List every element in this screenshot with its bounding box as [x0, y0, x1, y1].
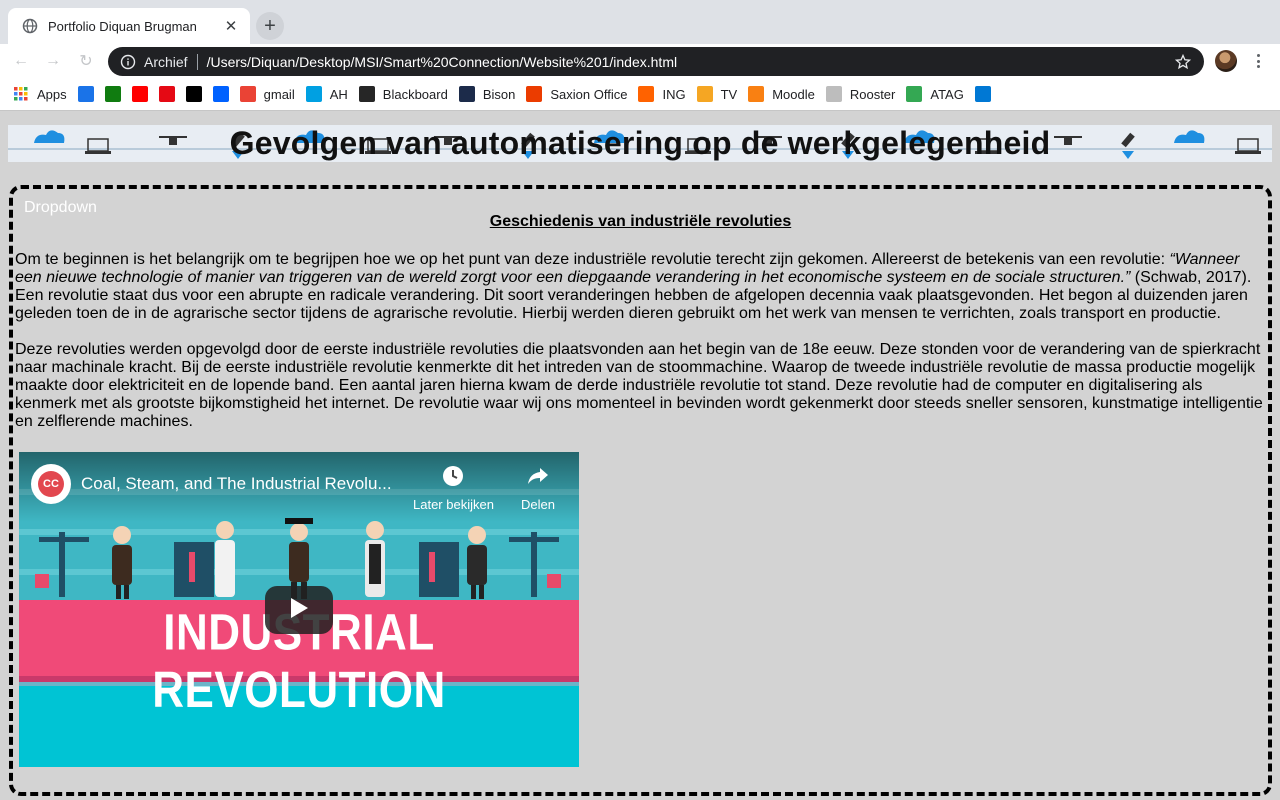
rooster-icon — [825, 86, 842, 102]
youtube-icon — [131, 86, 148, 102]
bookmark-item[interactable]: Saxion Office — [526, 82, 627, 106]
close-icon[interactable]: ✕ — [222, 17, 240, 35]
bookmark-label: AH — [329, 86, 348, 102]
profile-avatar[interactable] — [1215, 50, 1237, 72]
bookmark-label: Blackboard — [382, 86, 448, 102]
dropbox-icon — [212, 86, 229, 102]
back-arrow-icon[interactable]: ← — [10, 50, 32, 72]
forward-arrow-icon[interactable]: → — [42, 50, 64, 72]
ah-icon — [305, 86, 322, 102]
bookmark-label: gmail — [263, 86, 295, 102]
channel-logo[interactable]: CC — [31, 464, 71, 504]
paragraph-intro: Om te beginnen is het belangrijk om te b… — [15, 251, 1267, 323]
bookmark-label: Rooster — [849, 86, 896, 102]
play-button[interactable] — [265, 586, 333, 634]
bookmark-item[interactable]: Moodle — [748, 82, 815, 106]
office-icon — [526, 86, 543, 102]
bookmark-item[interactable]: TV — [696, 82, 738, 106]
clock-icon — [441, 464, 465, 491]
section-title: Geschiedenis van industriële revoluties — [489, 213, 792, 230]
bookmark-item[interactable] — [104, 82, 121, 106]
blackboard-icon — [358, 86, 375, 102]
bookmark-item[interactable]: Apps — [13, 82, 67, 106]
v-icon — [185, 86, 202, 102]
browser-tab[interactable]: Portfolio Diquan Brugman ✕ — [8, 8, 250, 44]
bookmark-item[interactable]: ING — [638, 82, 686, 106]
bookmark-label: TV — [720, 86, 738, 102]
bookmark-star-icon[interactable] — [1174, 53, 1192, 71]
google-drive-icon — [906, 86, 923, 102]
tv-icon — [696, 86, 713, 102]
youtube-embed[interactable]: CC Coal, Steam, and The Industrial Revol… — [19, 452, 579, 767]
browser-toolbar: ← → ↻ Archief /Users/Diquan/Desktop/MSI/… — [0, 44, 1280, 78]
address-bar[interactable]: Archief /Users/Diquan/Desktop/MSI/Smart%… — [108, 47, 1204, 76]
bookmark-label: ING — [662, 86, 686, 102]
bookmark-label: Apps — [37, 86, 67, 102]
bookmark-label: Bison — [482, 86, 516, 102]
more-menu-icon[interactable] — [1250, 52, 1266, 70]
bookmark-item[interactable]: Rooster — [825, 82, 896, 106]
bookmark-item[interactable]: Bison — [458, 82, 516, 106]
gmail-icon — [239, 86, 256, 102]
outlook-icon — [974, 86, 991, 102]
security-chip[interactable]: Archief — [144, 53, 198, 70]
page-title: Gevolgen van automatisering op de werkge… — [229, 125, 1051, 161]
web-page: Gevolgen van automatisering op de werkge… — [0, 112, 1280, 800]
ing-icon — [638, 86, 655, 102]
bookmark-item[interactable] — [185, 82, 202, 106]
new-tab-button[interactable]: + — [256, 12, 284, 40]
bookmark-item[interactable] — [131, 82, 148, 106]
info-icon[interactable] — [120, 54, 136, 70]
header-banner: Gevolgen van automatisering op de werkge… — [8, 125, 1272, 162]
channel-badge: CC — [38, 471, 64, 497]
bookmark-item[interactable] — [158, 82, 175, 106]
netflix-icon — [158, 86, 175, 102]
bookmark-item[interactable]: ATAG — [906, 82, 964, 106]
share-arrow-icon — [526, 464, 550, 491]
globe-icon — [22, 18, 38, 34]
bookmark-label: Saxion Office — [550, 86, 628, 102]
url-text[interactable]: /Users/Diquan/Desktop/MSI/Smart%20Connec… — [207, 54, 1174, 70]
xbox-icon — [104, 86, 121, 102]
bison-icon — [458, 86, 475, 102]
bookmark-label: ATAG — [930, 86, 964, 102]
bookmarks-bar: Apps gmail AH Blackboard Bison Saxion Office I… — [0, 78, 1280, 111]
paragraph-intro-text: Om te beginnen is het belangrijk om te b… — [15, 251, 1170, 268]
share-button[interactable]: Delen — [521, 464, 555, 512]
share-label: Delen — [521, 497, 555, 512]
apps-grid-icon — [13, 86, 29, 102]
bookmark-item[interactable] — [212, 82, 229, 106]
bookmark-item[interactable]: AH — [305, 82, 348, 106]
bookmark-item[interactable] — [974, 82, 991, 106]
video-title[interactable]: Coal, Steam, and The Industrial Revolu..… — [81, 474, 392, 494]
play-icon — [289, 597, 309, 624]
watch-later-button[interactable]: Later bekijken — [413, 464, 494, 512]
reload-icon[interactable]: ↻ — [75, 50, 97, 72]
bookmark-label: Moodle — [772, 86, 815, 102]
bookmark-item[interactable]: Blackboard — [358, 82, 448, 106]
moodle-icon — [748, 86, 765, 102]
bookmark-item[interactable] — [77, 82, 94, 106]
bookmark-item[interactable]: gmail — [239, 82, 295, 106]
content-container: Dropdown Geschiedenis van industriële re… — [9, 185, 1272, 796]
paragraph-history: Deze revoluties werden opgevolgd door de… — [15, 341, 1263, 430]
blue-diamond-icon — [77, 86, 94, 102]
watch-later-label: Later bekijken — [413, 497, 494, 512]
tab-strip: Portfolio Diquan Brugman ✕ + — [0, 0, 1280, 44]
tab-title: Portfolio Diquan Brugman — [48, 18, 197, 34]
